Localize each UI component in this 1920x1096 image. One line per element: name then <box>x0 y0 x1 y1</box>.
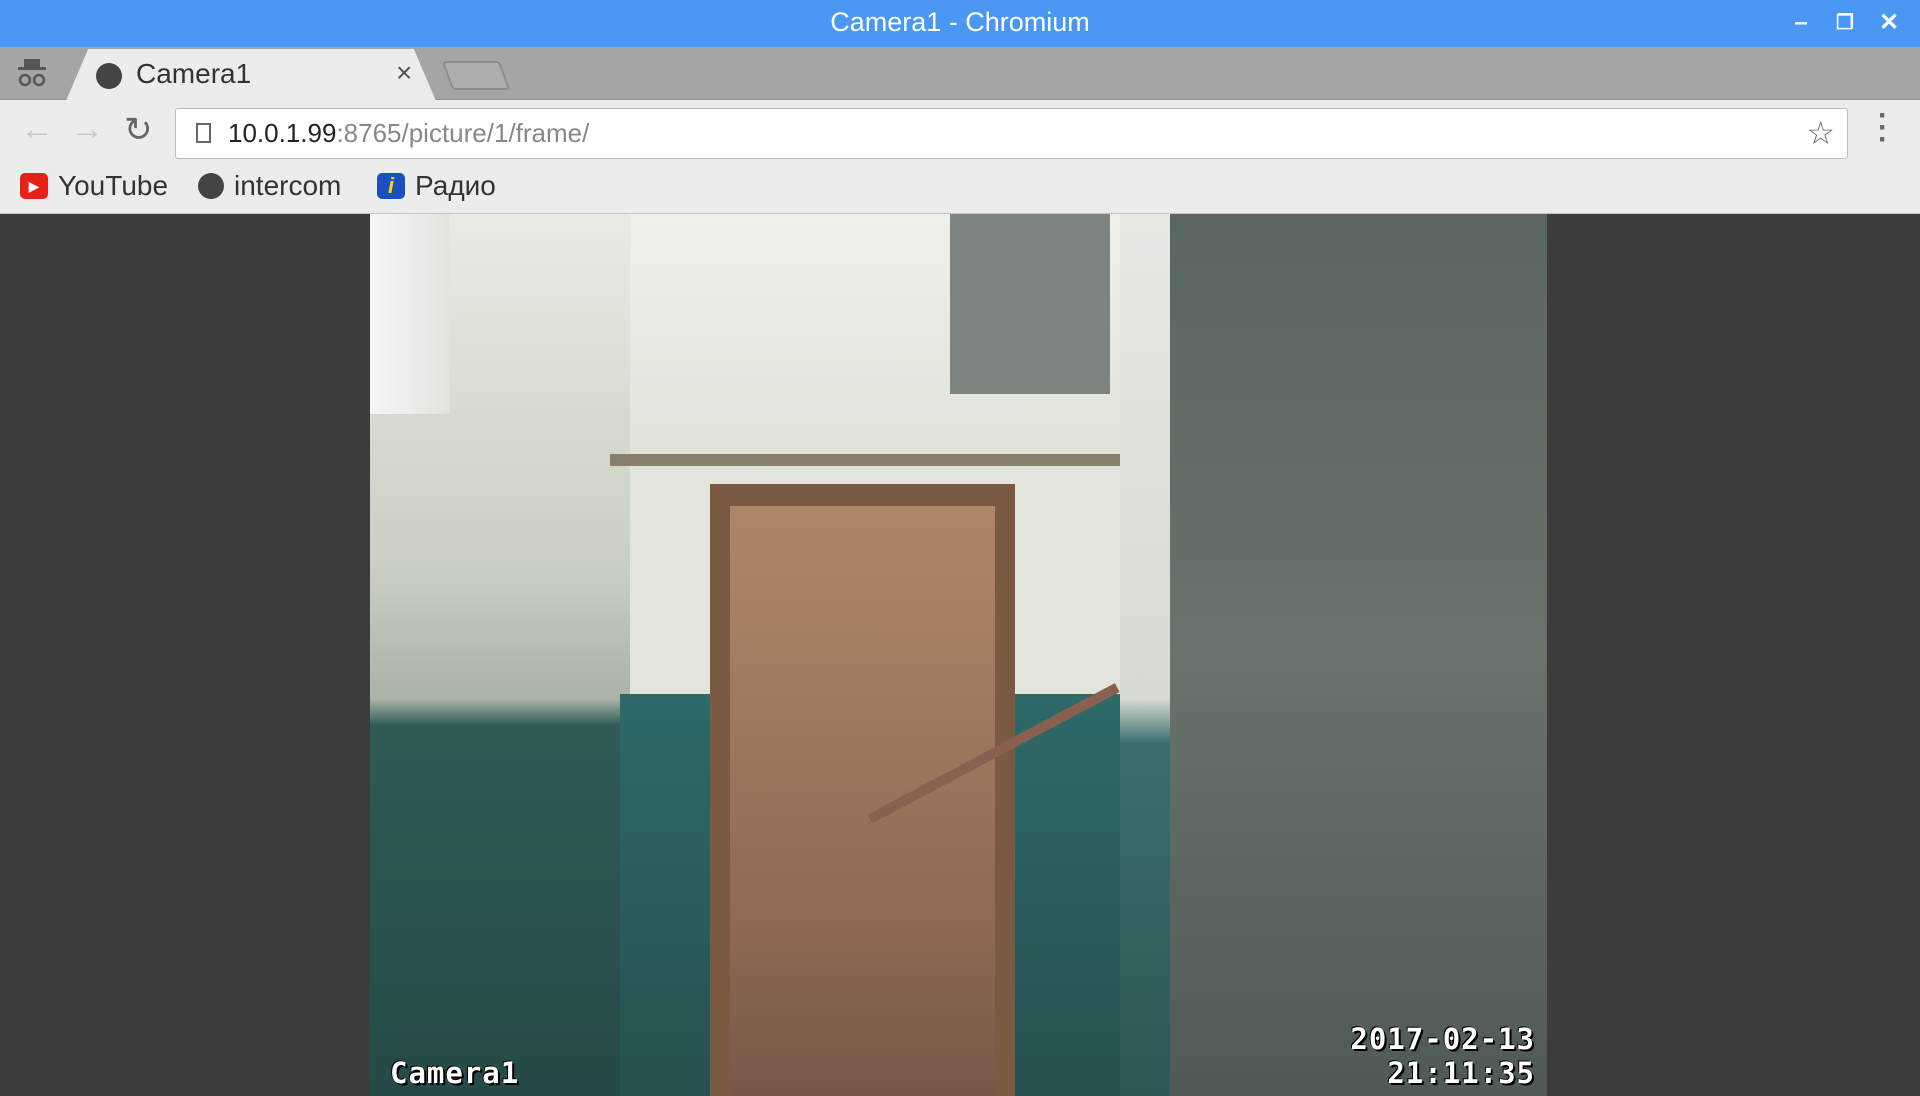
toolbar: ← → ↻ 10.0.1.99:8765/picture/1/frame/ ☆ … <box>0 100 1920 160</box>
incognito-icon <box>18 59 46 87</box>
bookmark-star-icon[interactable]: ☆ <box>1806 114 1835 152</box>
reload-button[interactable]: ↻ <box>124 110 153 150</box>
tab-strip: Camera1 × <box>0 47 1920 101</box>
youtube-icon: ▶ <box>20 173 48 199</box>
bookmark-youtube[interactable]: ▶ YouTube <box>20 170 168 202</box>
owl-icon <box>198 173 224 199</box>
address-bar[interactable]: 10.0.1.99:8765/picture/1/frame/ ☆ <box>175 108 1848 159</box>
page-icon <box>196 123 211 143</box>
url-host: 10.0.1.99 <box>228 118 337 148</box>
close-window-button[interactable]: ✕ <box>1874 8 1904 38</box>
bookmark-label: intercom <box>234 170 342 201</box>
info-icon: i <box>377 173 405 199</box>
tab-close-icon[interactable]: × <box>396 57 412 89</box>
owl-icon <box>96 63 122 89</box>
bookmark-radio[interactable]: i Радио <box>377 170 496 202</box>
bookmark-label: YouTube <box>58 170 169 201</box>
forward-button[interactable]: → <box>70 110 104 149</box>
bookmark-intercom[interactable]: intercom <box>198 170 341 202</box>
bookmarks-bar: ▶ YouTube intercom i Радио <box>0 160 1920 214</box>
new-tab-button[interactable] <box>441 61 511 90</box>
minimize-button[interactable]: – <box>1786 8 1816 38</box>
window-title: Camera1 - Chromium <box>830 7 1090 37</box>
restore-button[interactable]: ❐ <box>1830 8 1860 38</box>
back-button[interactable]: ← <box>20 110 54 149</box>
camera-label-overlay: Camera1 <box>390 1056 520 1090</box>
title-bar: Camera1 - Chromium – ❐ ✕ <box>0 0 1920 47</box>
time-overlay: 21:11:35 <box>1387 1056 1535 1090</box>
url-text: 10.0.1.99:8765/picture/1/frame/ <box>228 118 589 149</box>
camera-frame-image: Camera1 2017-02-13 21:11:35 <box>370 214 1547 1096</box>
bookmark-label: Радио <box>415 170 496 201</box>
tab-camera1[interactable]: Camera1 × <box>66 49 436 101</box>
menu-button[interactable]: · · · <box>1876 101 1890 155</box>
tab-title: Camera1 <box>136 58 252 89</box>
date-overlay: 2017-02-13 <box>1350 1022 1535 1056</box>
url-path: :8765/picture/1/frame/ <box>336 118 590 148</box>
